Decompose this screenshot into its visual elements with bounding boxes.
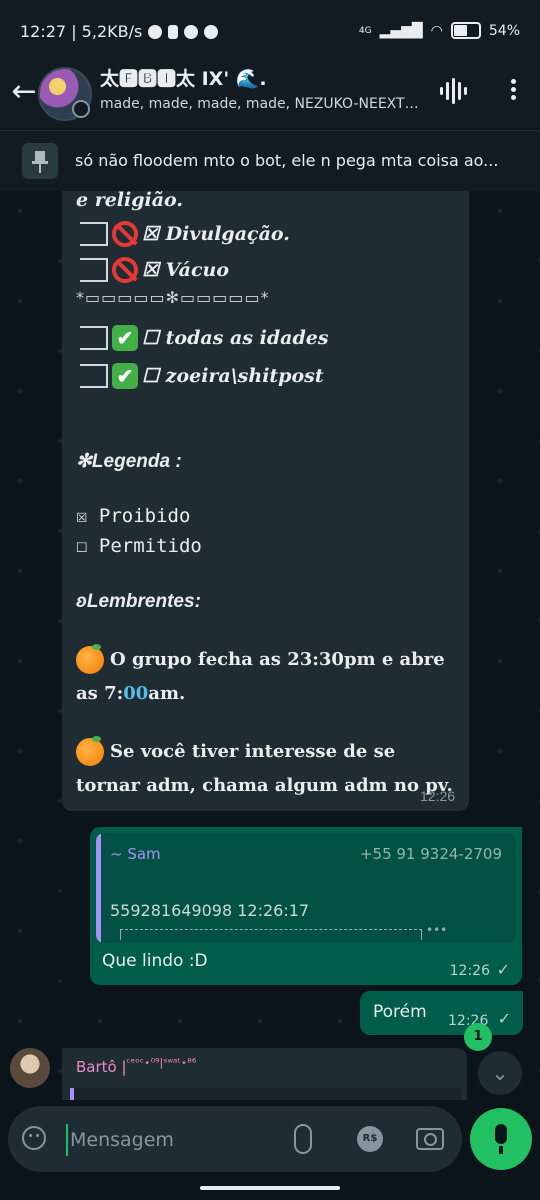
reminder-paragraph: O grupo fecha as 23:30pm e abre as 7:00a… [76,643,461,711]
legend-item: ☒ Proibido [76,505,191,527]
message-time: 12:26 [420,788,456,804]
unread-count-badge[interactable]: 1 [464,1023,492,1051]
rule-row: ☒ Vácuo [80,257,229,283]
status-left: 12:27 | 5,2KB/s [20,22,219,41]
quote-phone: +55 91 9324-2709 [359,845,502,863]
frame-icon [80,222,108,246]
reminder-paragraph: Se você tiver interesse de se tornar adm… [76,735,461,803]
message-composer: R$ [8,1106,462,1172]
status-time: 12:27 | 5,2KB/s [20,22,143,41]
status-right: 4G ▂▄▆█ ◠ 54% [359,22,520,39]
system-nav-bar [0,1172,540,1200]
emoji-icon[interactable] [22,1126,46,1150]
rule-row: ✔ ☐ zoeira\shitpost [80,363,324,389]
legend-item: ☐ Permitido [76,535,202,557]
sender-tag: ᶜᵉᵒᶜ⋆⁰⁹|ˢʷᵃᵗ⋆⁸⁶ [126,1056,197,1069]
frame-icon [80,258,108,282]
rule-row: ☒ Divulgação. [80,221,290,247]
battery-icon [450,22,481,39]
home-gesture-handle[interactable] [200,1186,340,1190]
outgoing-message[interactable]: ~ Sam +55 91 9324-2709 559281649098 12:2… [90,827,522,985]
quote-more-icon: ••• [426,923,448,937]
community-badge-icon [72,100,90,118]
more-options-icon[interactable] [508,76,518,106]
rule-label: ☒ Vácuo [142,259,230,281]
quote-bar [96,833,101,943]
rule-label: ☐ todas as idades [142,327,329,349]
group-title[interactable]: 太🅵🅱🅸太 IX' 🌊. [100,64,420,91]
alarm-icon [184,24,199,39]
network-type: 4G [358,25,372,36]
battery-percent: 54% [488,22,520,39]
back-arrow-icon[interactable]: ← [8,76,40,108]
quote-decoration [120,929,422,940]
divider-line: *▭▭▭▭▭✻▭▭▭▭▭* [76,288,270,307]
frame-icon [80,326,108,350]
orange-emoji-icon [76,736,104,766]
signal-icon: ▂▄▆█ [379,22,423,39]
legend-title: ✻Legenda : [76,451,182,472]
time-link[interactable]: 00 [123,683,148,704]
orange-emoji-icon [76,644,104,674]
quote-text: 559281649098 12:26:17 [110,901,310,920]
frame-icon [80,364,108,388]
reminder-text: Se você tiver interesse de se tornar adm… [76,741,453,796]
message-text: Que lindo :D [102,951,208,971]
quoted-message[interactable] [70,1088,462,1100]
camera-icon[interactable] [416,1128,444,1150]
reminders-title: ʚLembrentes: [76,591,201,612]
pinned-message-bar[interactable]: só não floodem mto o bot, ele n pega mta… [0,130,540,191]
payment-icon[interactable]: R$ [357,1126,383,1152]
sent-tick-icon: ✓ [496,960,510,979]
sender-name[interactable]: Bartô |ᶜᵉᵒᶜ⋆⁰⁹|ˢʷᵃᵗ⋆⁸⁶ [76,1056,196,1076]
chat-area[interactable]: e religião. ☒ Divulgação. ☒ Vácuo *▭▭▭▭▭… [0,191,540,1100]
reminder-text-end: am. [148,683,186,704]
wifi-icon: ◠ [430,22,443,39]
chat-header: ← 太🅵🅱🅸太 IX' 🌊. made, made, made, made, N… [0,62,540,128]
sender-name-text: Bartô | [76,1058,127,1076]
moon-icon [148,24,163,39]
incoming-message[interactable]: e religião. ☒ Divulgação. ☒ Vácuo *▭▭▭▭▭… [62,191,469,811]
message-line: e religião. [76,191,184,211]
status-bar: 12:27 | 5,2KB/s 4G ▂▄▆█ ◠ 54% [0,0,540,62]
group-members[interactable]: made, made, made, made, NEZUKO-NEEXT,... [100,96,420,112]
attach-icon[interactable] [294,1124,312,1154]
message-input[interactable] [66,1124,292,1156]
check-icon: ✔ [112,325,138,351]
microphone-button[interactable] [470,1108,532,1170]
scroll-down-icon[interactable]: ⌄ [478,1051,522,1095]
message-text: Porém [373,1002,427,1022]
voice-chat-icon[interactable] [440,76,470,106]
quoted-message[interactable]: ~ Sam +55 91 9324-2709 559281649098 12:2… [96,833,516,943]
notification-icon [168,24,179,39]
message-time: 12:26 [449,963,490,979]
pin-icon [22,143,58,179]
rule-row: ✔ ☐ todas as idades [80,325,329,351]
sender-avatar[interactable] [10,1048,50,1088]
prohibited-icon [112,257,138,283]
pinned-text: só não floodem mto o bot, ele n pega mta… [75,151,499,170]
check-icon: ✔ [112,363,138,389]
rule-label: ☐ zoeira\shitpost [142,365,324,387]
sent-tick-icon: ✓ [497,1009,511,1028]
incoming-message[interactable]: Bartô |ᶜᵉᵒᶜ⋆⁰⁹|ˢʷᵃᵗ⋆⁸⁶ [62,1048,467,1100]
rule-label: ☒ Divulgação. [142,223,290,245]
quote-author: ~ Sam [110,845,161,863]
outgoing-message[interactable]: Porém 12:26 ✓ [360,991,523,1035]
prohibited-icon [112,221,138,247]
whatsapp-icon [204,24,219,39]
